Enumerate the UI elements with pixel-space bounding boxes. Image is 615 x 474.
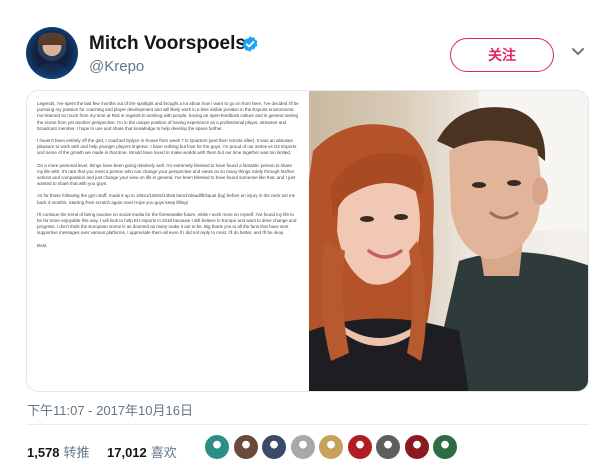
retweet-count: 1,578 <box>27 445 60 460</box>
liker-avatar[interactable] <box>375 434 401 460</box>
liker-avatar[interactable] <box>318 434 344 460</box>
liker-avatar[interactable] <box>204 434 230 460</box>
tweet-timestamp[interactable]: 下午11:07 - 2017年10月16日 <box>27 400 193 419</box>
liker-avatar[interactable] <box>432 434 458 460</box>
like-label: 喜欢 <box>150 445 177 460</box>
verified-badge-icon <box>242 36 258 52</box>
notes-paragraph: On a more personal level, things have be… <box>37 162 295 187</box>
notes-paragraph: I haven't been entirely off the grid, I … <box>37 138 297 156</box>
divider <box>27 424 589 425</box>
couple-photo-illustration <box>309 91 588 391</box>
notes-screenshot[interactable]: Legends, I've spent the last few months … <box>27 91 309 391</box>
retweet-stat[interactable]: 1,578 转推 <box>27 442 90 461</box>
notes-sign-off: Best, <box>37 242 48 248</box>
notes-paragraph: Legends, I've spent the last few months … <box>37 101 299 131</box>
avatar[interactable] <box>26 27 78 79</box>
liker-avatar[interactable] <box>403 434 430 460</box>
notes-paragraph: I'll continue the trend of being inactiv… <box>37 211 297 236</box>
liker-avatar[interactable] <box>261 434 287 460</box>
avatar-glow <box>26 27 78 79</box>
follow-button[interactable]: 关注 <box>450 38 554 72</box>
like-stat[interactable]: 17,012 喜欢 <box>107 442 177 461</box>
display-name[interactable]: Mitch Voorspoels <box>89 33 246 55</box>
retweet-label: 转推 <box>63 445 90 460</box>
liker-avatar[interactable] <box>289 434 316 460</box>
like-count: 17,012 <box>107 445 147 460</box>
tweet-media[interactable]: Legends, I've spent the last few months … <box>26 90 589 392</box>
liker-avatar[interactable] <box>232 434 259 460</box>
notes-paragraph: As for those following the gym stuff, ma… <box>37 193 296 205</box>
couple-photo[interactable] <box>309 91 588 391</box>
user-handle[interactable]: @Krepo <box>89 58 144 75</box>
chevron-down-icon[interactable] <box>571 47 585 57</box>
liker-avatar[interactable] <box>346 434 373 460</box>
